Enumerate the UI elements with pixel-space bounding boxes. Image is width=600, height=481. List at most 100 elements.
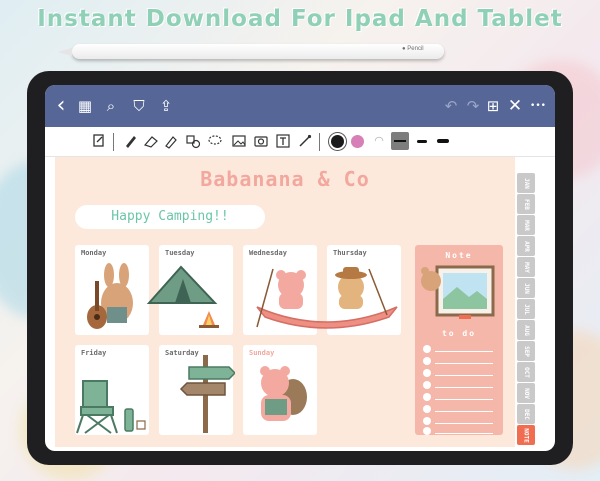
- tab-label: OCT: [522, 366, 530, 378]
- todo-item[interactable]: [423, 393, 495, 401]
- tab-note[interactable]: NOTE: [517, 425, 535, 445]
- camera-icon[interactable]: [253, 133, 269, 149]
- bears-fishing-boat-illustration: [256, 267, 398, 329]
- tab-jun[interactable]: JUN: [517, 278, 535, 298]
- highlighter-icon[interactable]: [163, 133, 179, 149]
- tab-aug[interactable]: AUG: [517, 320, 535, 340]
- stroke-width-thick[interactable]: [437, 139, 449, 143]
- pencil-brand-label: Pencil: [407, 46, 424, 52]
- color-swatch-empty[interactable]: ◠: [371, 133, 387, 149]
- tab-mar[interactable]: MAR: [517, 215, 535, 235]
- text-icon[interactable]: [275, 133, 291, 149]
- planner-page: Babanana & Co Happy Camping!! Monday Tue…: [55, 157, 515, 447]
- tablet-screen: ‹ ▦ ⌕ ⛉ ⇪ ↶ ↷ ⊞ ✕ ••• ◠ Babanana & Co Ha…: [45, 85, 555, 451]
- tab-label: JUL: [522, 303, 530, 315]
- back-icon[interactable]: ‹: [51, 95, 71, 117]
- todo-label: to do: [441, 329, 477, 338]
- todo-checkbox[interactable]: [423, 381, 431, 389]
- todo-item[interactable]: [423, 345, 495, 353]
- lasso-icon[interactable]: [207, 133, 223, 149]
- tablet-frame: ‹ ▦ ⌕ ⛉ ⇪ ↶ ↷ ⊞ ✕ ••• ◠ Babanana & Co Ha…: [27, 71, 573, 465]
- pen-icon[interactable]: [123, 133, 139, 149]
- undo-icon[interactable]: ↶: [441, 96, 461, 116]
- day-label: Monday: [81, 249, 107, 257]
- todo-item[interactable]: [423, 417, 495, 425]
- laser-icon[interactable]: [297, 133, 313, 149]
- tent-campfire-illustration: [146, 265, 219, 328]
- toolbar-divider: [319, 133, 320, 151]
- day-box-sunday[interactable]: Sunday: [243, 345, 317, 435]
- drawing-toolbar: ◠: [45, 127, 555, 157]
- todo-item[interactable]: [423, 357, 495, 365]
- tab-dec[interactable]: DEC: [517, 404, 535, 424]
- tab-label: AUG: [522, 324, 530, 336]
- day-box-friday[interactable]: Friday: [75, 345, 149, 435]
- pencil-brand: ● Pencil: [402, 46, 424, 52]
- color-swatch-pink[interactable]: [351, 135, 364, 148]
- todo-line: [435, 387, 493, 388]
- more-icon[interactable]: •••: [525, 96, 551, 116]
- tab-nov[interactable]: NOV: [517, 383, 535, 403]
- todo-checkbox[interactable]: [423, 405, 431, 413]
- note-todo-panel: Note to do: [415, 245, 503, 435]
- tab-jul[interactable]: JUL: [517, 299, 535, 319]
- tab-label: SEP: [522, 345, 530, 357]
- todo-checkbox[interactable]: [423, 393, 431, 401]
- close-icon[interactable]: ✕: [505, 96, 525, 116]
- tab-sep[interactable]: SEP: [517, 341, 535, 361]
- todo-line: [435, 411, 493, 412]
- brand-title: Babanana & Co: [200, 167, 370, 191]
- todo-item[interactable]: [423, 369, 495, 377]
- todo-item[interactable]: [423, 405, 495, 413]
- month-tabs: JAN FEB MAR APR MAY JUN JUL AUG SEP OCT …: [517, 173, 539, 451]
- redo-icon[interactable]: ↷: [463, 96, 483, 116]
- tab-label: MAR: [522, 219, 530, 231]
- tab-label: FEB: [522, 198, 530, 210]
- todo-checkbox[interactable]: [423, 427, 431, 435]
- bunny-guitar-illustration: [87, 263, 133, 329]
- todo-line: [435, 363, 493, 364]
- day-box-tuesday[interactable]: Tuesday: [146, 245, 233, 335]
- stroke-width-selected[interactable]: [391, 132, 409, 150]
- share-icon[interactable]: ⇪: [156, 96, 176, 116]
- shapes-icon[interactable]: [185, 133, 201, 149]
- headline: Instant Download For Ipad And Tablet: [37, 6, 563, 32]
- stroke-width-medium[interactable]: [417, 140, 427, 143]
- todo-line: [435, 399, 493, 400]
- day-box-monday[interactable]: Monday: [75, 245, 149, 335]
- todo-item[interactable]: [423, 381, 495, 389]
- eraser-icon[interactable]: [143, 133, 159, 149]
- search-icon[interactable]: ⌕: [101, 96, 121, 116]
- tab-label: NOV: [522, 387, 530, 399]
- day-label: Wednesday: [249, 249, 287, 257]
- tab-label: JAN: [522, 177, 530, 189]
- tab-may[interactable]: MAY: [517, 257, 535, 277]
- image-icon[interactable]: [231, 133, 247, 149]
- lasso-select-icon[interactable]: [91, 133, 107, 149]
- tab-feb[interactable]: FEB: [517, 194, 535, 214]
- todo-line: [435, 433, 493, 434]
- todo-checkbox[interactable]: [423, 369, 431, 377]
- grid-icon[interactable]: ▦: [75, 96, 95, 116]
- todo-line: [435, 375, 493, 376]
- tab-label: JUN: [522, 282, 530, 294]
- todo-checkbox[interactable]: [423, 357, 431, 365]
- day-box-saturday[interactable]: Saturday: [159, 345, 235, 435]
- add-page-icon[interactable]: ⊞: [483, 96, 503, 116]
- bear-backpack-illustration: [260, 366, 307, 421]
- bookmark-icon[interactable]: ⛉: [129, 96, 149, 116]
- tab-jan[interactable]: JAN: [517, 173, 535, 193]
- camp-chair-illustration: [76, 380, 146, 434]
- tab-label: MAY: [522, 261, 530, 273]
- todo-line: [435, 351, 493, 352]
- todo-checkbox[interactable]: [423, 417, 431, 425]
- tab-apr[interactable]: APR: [517, 236, 535, 256]
- day-label: Sunday: [249, 349, 275, 357]
- color-swatch-black[interactable]: [331, 135, 344, 148]
- bear-window-illustration[interactable]: [419, 265, 499, 321]
- tab-oct[interactable]: OCT: [517, 362, 535, 382]
- todo-checkbox[interactable]: [423, 345, 431, 353]
- todo-item[interactable]: [423, 427, 495, 435]
- day-label: Friday: [81, 349, 107, 357]
- tab-label: NOTE: [522, 427, 530, 443]
